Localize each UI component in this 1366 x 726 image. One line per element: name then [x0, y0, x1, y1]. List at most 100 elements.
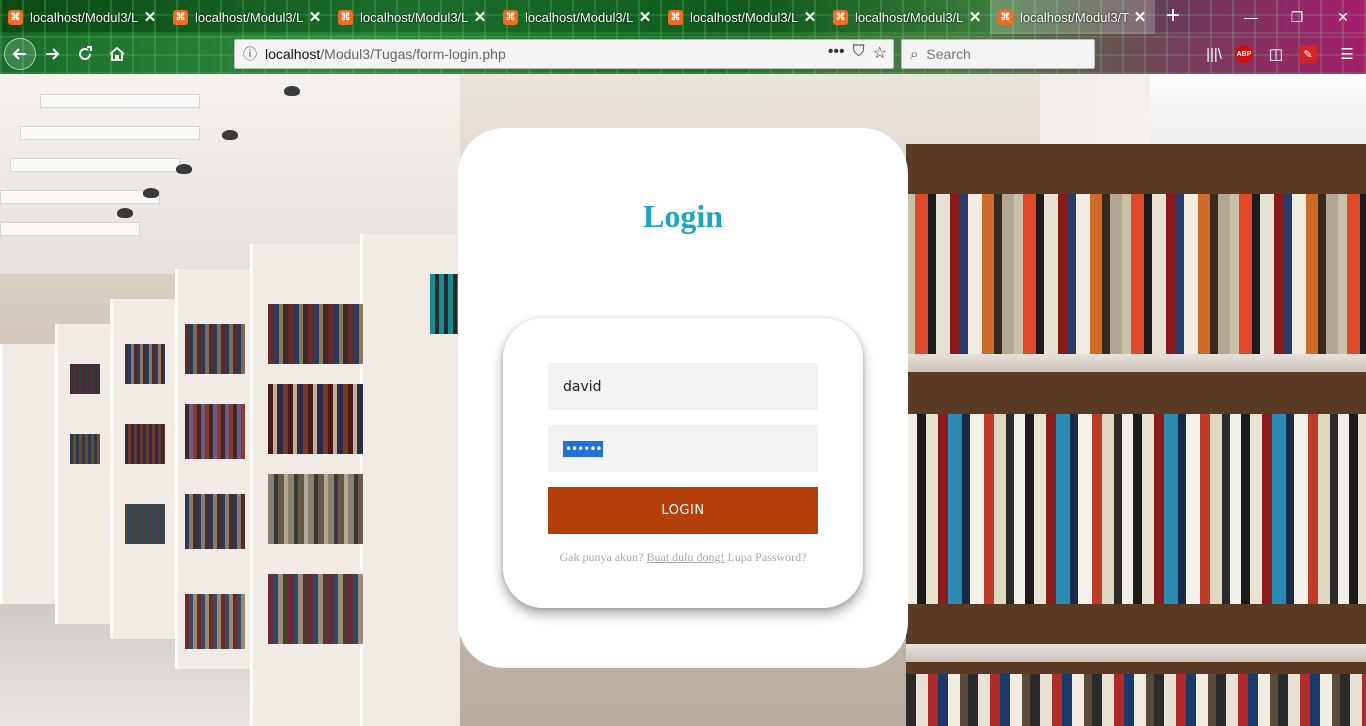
books — [125, 424, 165, 464]
message-prefix: Gak punya akun? — [559, 550, 647, 564]
shelf-unit — [0, 344, 60, 604]
login-button[interactable]: LOGIN — [548, 487, 818, 534]
tab-close-icon[interactable]: ✕ — [803, 8, 817, 26]
books — [430, 274, 460, 334]
book-row — [906, 414, 1366, 604]
browser-tab-active[interactable]: ⌘ localhost/Modul3/T ✕ — [990, 0, 1155, 34]
xampp-favicon-icon: ⌘ — [998, 9, 1013, 25]
adblock-plus-icon[interactable]: ABP — [1235, 45, 1253, 63]
ceiling-light — [284, 86, 300, 96]
ceiling-panel — [0, 222, 140, 236]
password-value: •••••• — [563, 440, 604, 457]
books — [70, 364, 100, 394]
tab-title: localhost/Modul3/L — [195, 9, 304, 25]
username-field[interactable]: david — [548, 363, 818, 410]
search-input[interactable]: ⌕ Search — [901, 39, 1095, 69]
books — [125, 504, 165, 544]
username-value: david — [563, 378, 602, 395]
arrow-right-icon — [46, 48, 60, 60]
info-icon[interactable]: ⓘ — [235, 44, 265, 64]
window — [1150, 74, 1366, 154]
ceiling-light — [117, 208, 133, 218]
address-bar[interactable]: ⓘ localhost/Modul3/Tugas/form-login.php … — [234, 39, 894, 69]
ceiling-light — [176, 164, 192, 174]
tab-title: localhost/Modul3/T — [1020, 9, 1129, 25]
tab-close-icon[interactable]: ✕ — [968, 8, 982, 26]
books — [185, 494, 245, 549]
ceiling-panel — [40, 94, 200, 108]
books — [185, 404, 245, 459]
login-message: Gak punya akun? Buat dulu dong! Lupa Pas… — [503, 550, 863, 565]
reload-icon — [79, 46, 92, 60]
forward-button[interactable] — [38, 40, 66, 68]
login-card: Login david •••••• LOGIN Gak punya akun?… — [458, 128, 908, 668]
books — [268, 384, 363, 454]
xampp-favicon-icon: ⌘ — [8, 9, 23, 25]
page-viewport: Login david •••••• LOGIN Gak punya akun?… — [0, 74, 1366, 726]
tab-close-icon[interactable]: ✕ — [638, 8, 652, 26]
books — [185, 594, 245, 649]
ceiling-panel — [10, 158, 180, 172]
pocket-icon[interactable]: ⛉ — [853, 43, 865, 63]
tab-close-icon[interactable]: ✕ — [1133, 8, 1147, 26]
bookmark-star-icon[interactable]: ☆ — [873, 43, 887, 63]
forgot-password-text[interactable]: Lupa Password? — [725, 550, 807, 564]
ceiling-panel — [0, 190, 160, 204]
browser-tab[interactable]: ⌘ localhost/Modul3/L ✕ — [660, 0, 825, 34]
reload-button[interactable] — [71, 40, 99, 68]
menu-icon[interactable]: ☰ — [1335, 42, 1359, 66]
url-path: /Modul3/Tugas/form-login.php — [320, 46, 506, 62]
tab-close-icon[interactable]: ✕ — [473, 8, 487, 26]
tab-title: localhost/Modul3/L — [855, 9, 964, 25]
browser-tab[interactable]: ⌘ localhost/Modul3/L ✕ — [330, 0, 495, 34]
login-form: david •••••• LOGIN Gak punya akun? Buat … — [503, 318, 863, 608]
restore-button[interactable]: ❐ — [1274, 0, 1320, 34]
browser-tab[interactable]: ⌘ localhost/Modul3/L ✕ — [495, 0, 660, 34]
password-field[interactable]: •••••• — [548, 425, 818, 472]
new-tab-button[interactable]: + — [1160, 4, 1186, 30]
close-window-button[interactable]: ✕ — [1320, 0, 1366, 34]
browser-tab[interactable]: ⌘ localhost/Modul3/L ✕ — [0, 0, 165, 34]
sidebar-icon[interactable]: ◫ — [1264, 42, 1288, 66]
register-link[interactable]: Buat dulu dong! — [647, 550, 725, 564]
minimize-button[interactable]: — — [1228, 0, 1274, 34]
search-placeholder: Search — [926, 46, 971, 62]
books — [268, 574, 363, 644]
xampp-favicon-icon: ⌘ — [338, 9, 353, 25]
ceiling-panel — [20, 126, 200, 140]
shelf-plank — [906, 644, 1366, 662]
home-button[interactable] — [103, 40, 131, 68]
tab-close-icon[interactable]: ✕ — [143, 8, 157, 26]
xampp-favicon-icon: ⌘ — [668, 9, 683, 25]
tab-bar: ⌘ localhost/Modul3/L ✕ ⌘ localhost/Modul… — [0, 0, 1366, 34]
extension-icon[interactable]: ✎ — [1299, 45, 1317, 63]
navigation-toolbar: ⓘ localhost/Modul3/Tugas/form-login.php … — [0, 34, 1366, 74]
tab-title: localhost/Modul3/L — [690, 9, 799, 25]
login-title: Login — [642, 198, 724, 234]
search-icon: ⌕ — [910, 45, 919, 63]
tab-title: localhost/Modul3/L — [525, 9, 634, 25]
ceiling-light — [222, 130, 238, 140]
xampp-favicon-icon: ⌘ — [503, 9, 518, 25]
page-actions-icon[interactable]: ••• — [828, 43, 845, 63]
back-button[interactable] — [4, 38, 36, 70]
books — [70, 434, 100, 464]
xampp-favicon-icon: ⌘ — [173, 9, 188, 25]
arrow-left-icon — [12, 48, 26, 60]
books — [268, 474, 363, 544]
books — [125, 344, 165, 384]
url-host: localhost — [265, 46, 321, 62]
browser-tab[interactable]: ⌘ localhost/Modul3/L ✕ — [825, 0, 990, 34]
shelf-plank — [906, 354, 1366, 372]
book-row — [906, 194, 1366, 354]
ceiling-light — [143, 188, 159, 198]
library-icon[interactable]: |||\ — [1202, 42, 1226, 66]
books — [185, 324, 245, 374]
home-icon — [109, 46, 125, 61]
bookcase — [906, 144, 1366, 726]
browser-tab[interactable]: ⌘ localhost/Modul3/L ✕ — [165, 0, 330, 34]
tab-close-icon[interactable]: ✕ — [308, 8, 322, 26]
tab-title: localhost/Modul3/L — [30, 9, 139, 25]
books — [268, 304, 363, 364]
book-row — [906, 674, 1366, 726]
